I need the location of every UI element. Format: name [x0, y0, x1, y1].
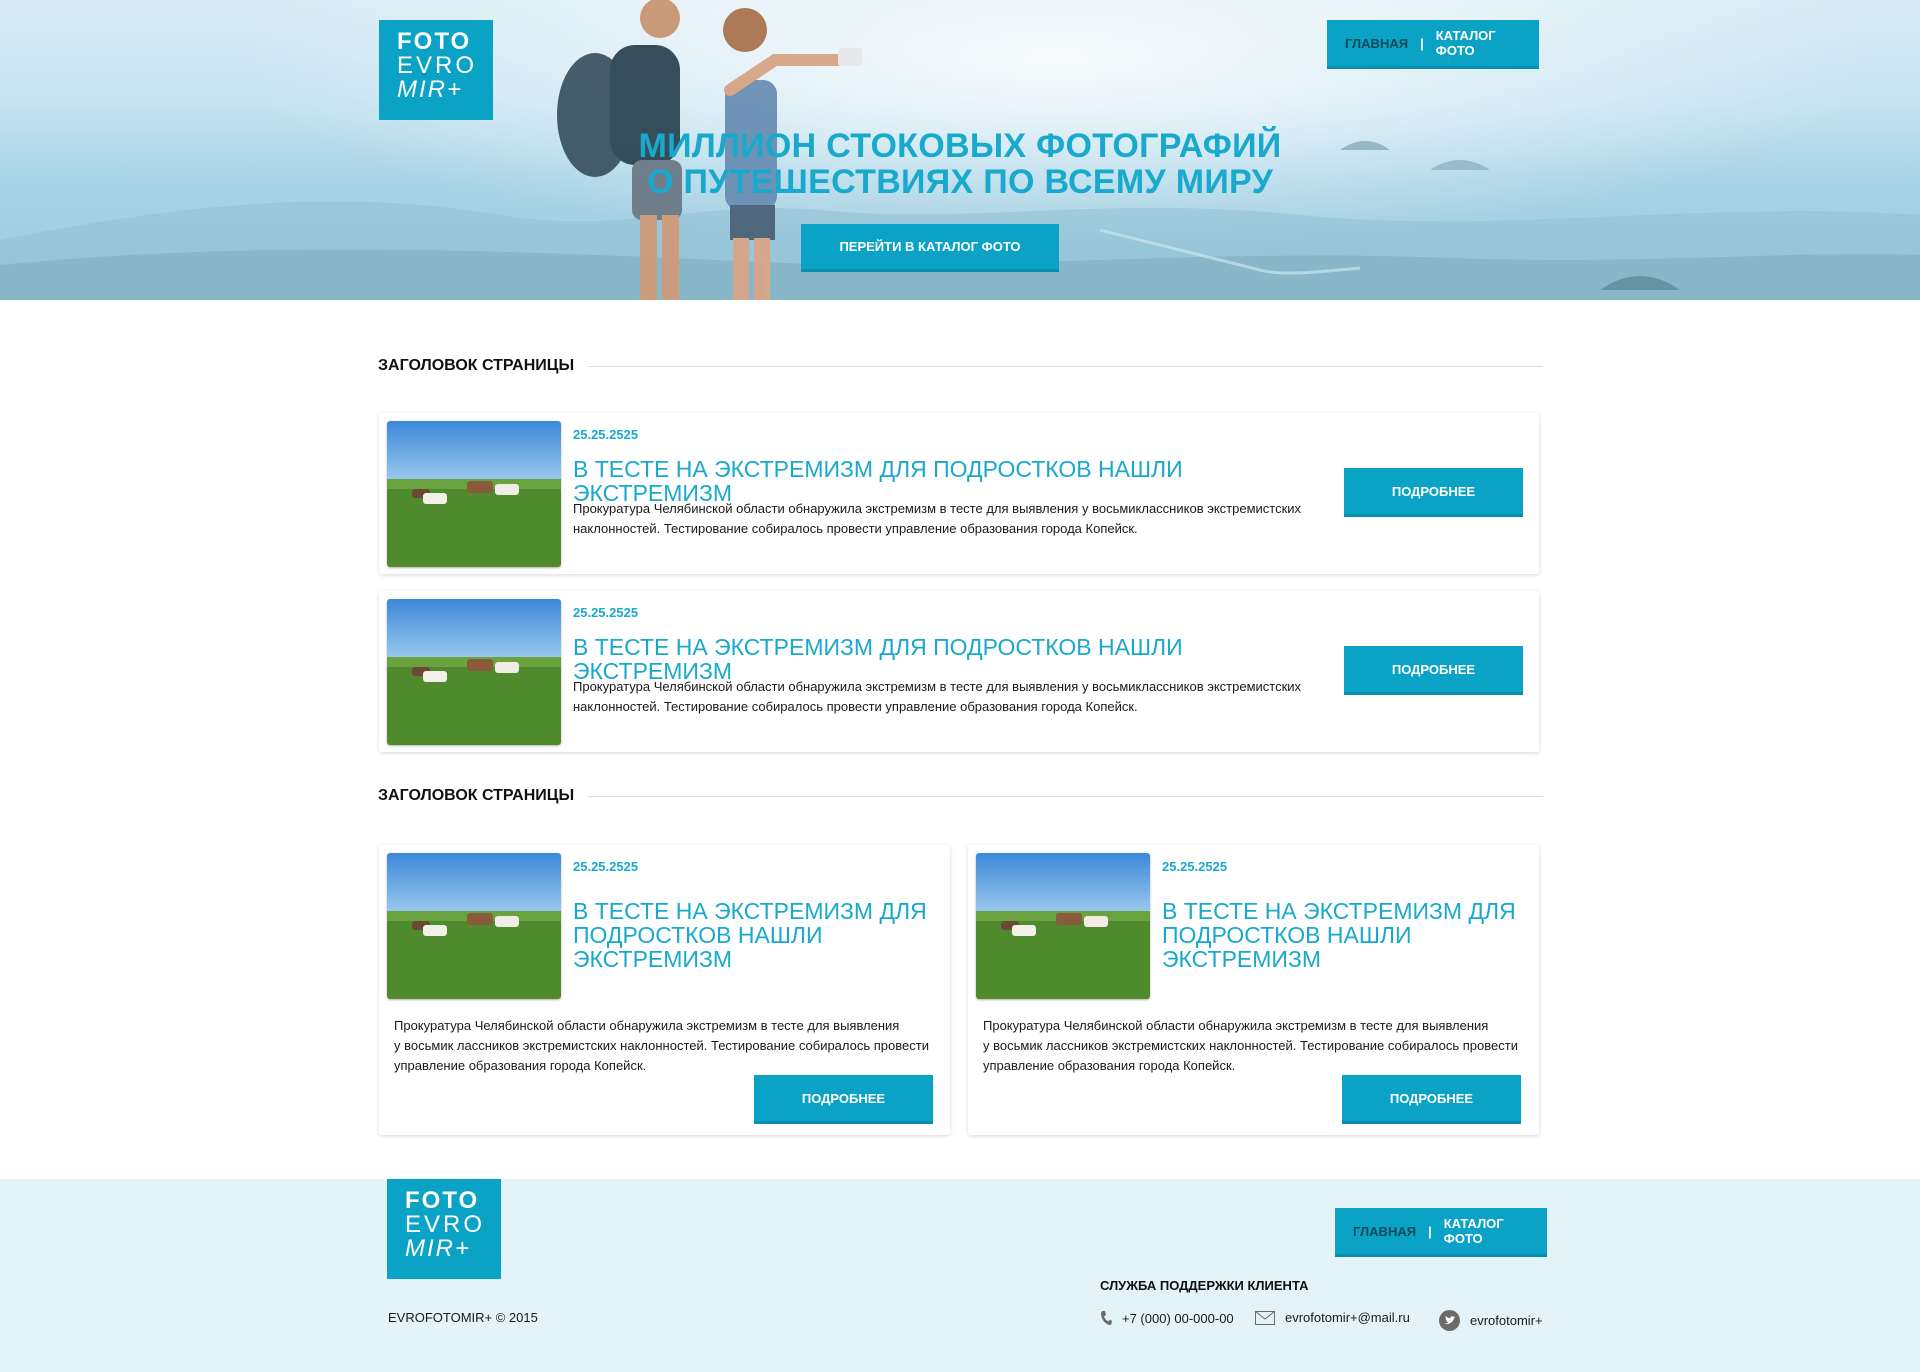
logo-line-2: EVRO: [397, 52, 478, 79]
logo-line-1: FOTO: [397, 28, 472, 55]
phone-icon: [1100, 1310, 1112, 1326]
footer-nav: ГЛАВНАЯ | КАТАЛОГ ФОТО: [1335, 1208, 1547, 1257]
contact-email[interactable]: evrofotomir+@mail.ru: [1255, 1310, 1410, 1325]
site-logo[interactable]: FOTO EVRO MIR+: [379, 20, 493, 120]
section-title-1-divider: [588, 365, 1543, 367]
read-more-button[interactable]: ПОДРОБНЕЕ: [1344, 646, 1523, 695]
copyright: EVROFOTOMIR+ © 2015: [388, 1310, 538, 1325]
nav-home-link[interactable]: ГЛАВНАЯ: [1345, 36, 1408, 51]
footer-nav-separator: |: [1428, 1223, 1432, 1239]
section-title-2-text: ЗАГОЛОВОК СТРАНИЦЫ: [378, 787, 575, 804]
read-more-button[interactable]: ПОДРОБНЕЕ: [754, 1075, 933, 1124]
read-more-button[interactable]: ПОДРОБНЕЕ: [1344, 468, 1523, 517]
footer-logo-line-3: MIR+: [405, 1235, 472, 1262]
news-headline[interactable]: В ТЕСТЕ НА ЭКСТРЕМИЗМ ДЛЯ ПОДРОСТКОВ НАШ…: [573, 899, 943, 971]
footer-logo-line-1: FOTO: [405, 1187, 480, 1214]
footer-nav-home-link[interactable]: ГЛАВНАЯ: [1353, 1224, 1416, 1239]
section-title-1: ЗАГОЛОВОК СТРАНИЦЫ: [378, 356, 1543, 376]
news-card: 25.25.2525 В ТЕСТЕ НА ЭКСТРЕМИЗМ ДЛЯ ПОД…: [379, 413, 1539, 574]
support-title: СЛУЖБА ПОДДЕРЖКИ КЛИЕНТА: [1100, 1278, 1309, 1293]
twitter-handle: evrofotomir+: [1470, 1313, 1543, 1328]
hero-banner: FOTO EVRO MIR+ ГЛАВНАЯ | КАТАЛОГ ФОТО МИ…: [0, 0, 1920, 300]
news-headline[interactable]: В ТЕСТЕ НА ЭКСТРЕМИЗМ ДЛЯ ПОДРОСТКОВ НАШ…: [573, 457, 1333, 505]
news-headline-line-3: ЭКСТРЕМИЗМ: [573, 946, 732, 972]
news-description: Прокуратура Челябинской области обнаружи…: [394, 1016, 944, 1076]
email-address: evrofotomir+@mail.ru: [1285, 1310, 1410, 1325]
news-description: Прокуратура Челябинской области обнаружи…: [573, 499, 1333, 539]
hero-title-line-1: МИЛЛИОН СТОКОВЫХ ФОТОГРАФИЙ: [638, 127, 1282, 165]
phone-number: +7 (000) 00-000-00: [1122, 1310, 1234, 1326]
cows-in-field-image: [387, 421, 561, 567]
news-card: 25.25.2525 В ТЕСТЕ НА ЭКСТРЕМИЗМ ДЛЯ ПОД…: [968, 845, 1539, 1135]
section-title-2-divider: [588, 795, 1543, 797]
news-date: 25.25.2525: [573, 427, 639, 442]
news-description-line-1: Прокуратура Челябинской области обнаружи…: [573, 679, 1302, 694]
news-card: 25.25.2525 В ТЕСТЕ НА ЭКСТРЕМИЗМ ДЛЯ ПОД…: [379, 591, 1539, 752]
mail-icon: [1255, 1310, 1275, 1325]
cows-in-field-image: [387, 599, 561, 745]
top-nav: ГЛАВНАЯ | КАТАЛОГ ФОТО: [1327, 20, 1539, 69]
hero-title-line-2: О ПУТЕШЕСТВИЯХ ПО ВСЕМУ МИРУ: [646, 163, 1274, 201]
news-card: 25.25.2525 В ТЕСТЕ НА ЭКСТРЕМИЗМ ДЛЯ ПОД…: [379, 845, 950, 1135]
news-description-line-3: управление образования города Копейск.: [394, 1058, 647, 1073]
news-description-line-3: управление образования города Копейск.: [983, 1058, 1236, 1073]
news-headline-line-1: В ТЕСТЕ НА ЭКСТРЕМИЗМ ДЛЯ: [1162, 898, 1516, 924]
nav-separator: |: [1420, 35, 1424, 51]
news-description-line-2: наклонностей. Тестирование собиралось пр…: [573, 699, 1138, 714]
go-to-catalog-button[interactable]: ПЕРЕЙТИ В КАТАЛОГ ФОТО: [801, 224, 1059, 272]
nav-catalog-link[interactable]: КАТАЛОГ ФОТО: [1436, 28, 1521, 58]
news-description: Прокуратура Челябинской области обнаружи…: [573, 677, 1333, 717]
news-thumbnail[interactable]: [976, 853, 1150, 999]
news-description: Прокуратура Челябинской области обнаружи…: [983, 1016, 1533, 1076]
news-headline-line-2: ПОДРОСТКОВ НАШЛИ: [1162, 922, 1412, 948]
contact-twitter[interactable]: evrofotomir+: [1439, 1310, 1543, 1331]
news-headline[interactable]: В ТЕСТЕ НА ЭКСТРЕМИЗМ ДЛЯ ПОДРОСТКОВ НАШ…: [573, 635, 1333, 683]
footer: [0, 1179, 1920, 1372]
news-description-line-2: у восьмик лассников экстремистских накло…: [394, 1038, 929, 1053]
news-headline-line-3: ЭКСТРЕМИЗМ: [1162, 946, 1321, 972]
twitter-icon: [1439, 1310, 1460, 1331]
contact-phone[interactable]: +7 (000) 00-000-00: [1100, 1310, 1234, 1326]
logo-line-3: MIR+: [397, 76, 464, 103]
news-description-line-1: Прокуратура Челябинской области обнаружи…: [573, 501, 1302, 516]
section-title-2: ЗАГОЛОВОК СТРАНИЦЫ: [378, 786, 1543, 806]
news-date: 25.25.2525: [573, 859, 639, 874]
cows-in-field-image: [387, 853, 561, 999]
news-thumbnail[interactable]: [387, 599, 561, 745]
news-description-line-1: Прокуратура Челябинской области обнаружи…: [394, 1018, 900, 1033]
news-description-line-2: у восьмик лассников экстремистских накло…: [983, 1038, 1518, 1053]
read-more-button[interactable]: ПОДРОБНЕЕ: [1342, 1075, 1521, 1124]
hero-title: МИЛЛИОН СТОКОВЫХ ФОТОГРАФИЙ О ПУТЕШЕСТВИ…: [560, 128, 1360, 200]
cows-in-field-image: [976, 853, 1150, 999]
news-headline-line-1: В ТЕСТЕ НА ЭКСТРЕМИЗМ ДЛЯ: [573, 898, 927, 924]
footer-logo-line-2: EVRO: [405, 1211, 486, 1238]
news-date: 25.25.2525: [1162, 859, 1228, 874]
news-headline[interactable]: В ТЕСТЕ НА ЭКСТРЕМИЗМ ДЛЯ ПОДРОСТКОВ НАШ…: [1162, 899, 1532, 971]
news-headline-line-2: ПОДРОСТКОВ НАШЛИ: [573, 922, 823, 948]
news-date: 25.25.2525: [573, 605, 639, 620]
news-thumbnail[interactable]: [387, 853, 561, 999]
section-title-1-text: ЗАГОЛОВОК СТРАНИЦЫ: [378, 357, 575, 374]
footer-nav-catalog-link[interactable]: КАТАЛОГ ФОТО: [1444, 1216, 1529, 1246]
news-thumbnail[interactable]: [387, 421, 561, 567]
news-description-line-2: наклонностей. Тестирование собиралось пр…: [573, 521, 1138, 536]
news-description-line-1: Прокуратура Челябинской области обнаружи…: [983, 1018, 1489, 1033]
footer-logo[interactable]: FOTO EVRO MIR+: [387, 1179, 501, 1279]
